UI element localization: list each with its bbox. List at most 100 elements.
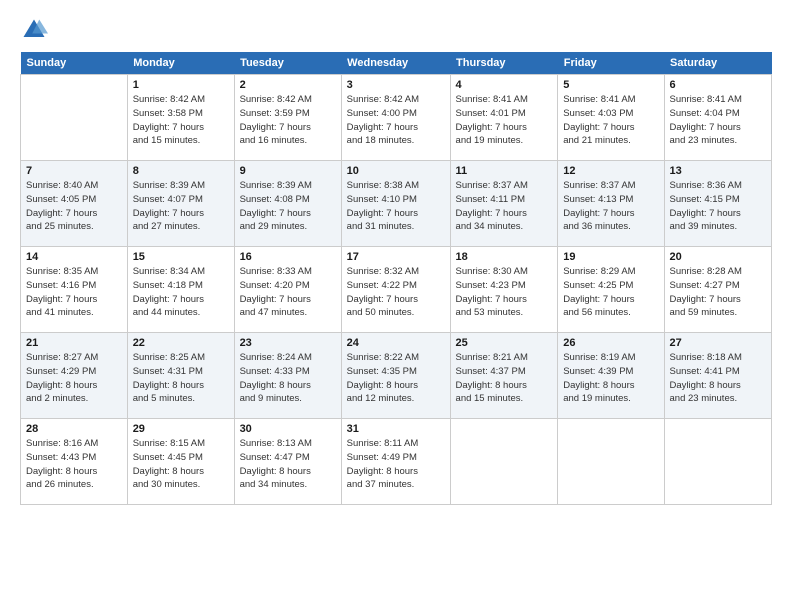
header [20,16,772,44]
day-number: 23 [240,337,336,349]
day-cell [450,419,558,505]
day-number: 4 [456,79,553,91]
day-detail: Sunrise: 8:19 AM Sunset: 4:39 PM Dayligh… [563,351,658,406]
day-cell: 10Sunrise: 8:38 AM Sunset: 4:10 PM Dayli… [341,161,450,247]
week-row-4: 21 Sunrise: 8:27 AM Sunset: 4:29 PM Dayli… [21,333,772,419]
day-detail: Sunrise: 8:24 AM Sunset: 4:33 PM Dayligh… [240,351,336,406]
day-detail: Sunrise: 8:16 AM Sunset: 4:43 PM Dayligh… [26,437,122,492]
day-number: 26 [563,337,658,349]
day-number: 16 [240,251,336,263]
day-number: 29 [133,423,229,435]
day-detail: Sunrise: 8:15 AM Sunset: 4:45 PM Dayligh… [133,437,229,492]
day-detail: Sunrise: 8:40 AM Sunset: 4:05 PM Dayligh… [26,179,122,234]
day-cell: 1 Sunrise: 8:42 AM Sunset: 3:58 PM Daylig… [127,75,234,161]
day-number: 14 [26,251,122,263]
day-detail: Sunrise: 8:37 AM Sunset: 4:13 PM Dayligh… [563,179,658,234]
day-detail: Sunrise: 8:28 AM Sunset: 4:27 PM Dayligh… [670,265,766,320]
day-cell: 26 Sunrise: 8:19 AM Sunset: 4:39 PM Dayli… [558,333,664,419]
day-number: 25 [456,337,553,349]
day-cell: 23 Sunrise: 8:24 AM Sunset: 4:33 PM Dayli… [234,333,341,419]
day-cell: 29 Sunrise: 8:15 AM Sunset: 4:45 PM Dayli… [127,419,234,505]
day-number: 5 [563,79,658,91]
day-cell [21,75,128,161]
day-number: 18 [456,251,553,263]
day-number: 15 [133,251,229,263]
day-cell: 2 Sunrise: 8:42 AM Sunset: 3:59 PM Daylig… [234,75,341,161]
day-detail: Sunrise: 8:21 AM Sunset: 4:37 PM Dayligh… [456,351,553,406]
day-number: 12 [563,165,658,177]
day-cell: 4 Sunrise: 8:41 AM Sunset: 4:01 PM Daylig… [450,75,558,161]
day-cell: 12 Sunrise: 8:37 AM Sunset: 4:13 PM Dayli… [558,161,664,247]
day-cell: 16 Sunrise: 8:33 AM Sunset: 4:20 PM Dayli… [234,247,341,333]
day-detail: Sunrise: 8:22 AM Sunset: 4:35 PM Dayligh… [347,351,445,406]
day-detail: Sunrise: 8:29 AM Sunset: 4:25 PM Dayligh… [563,265,658,320]
day-number: 21 [26,337,122,349]
day-cell: 30Sunrise: 8:13 AM Sunset: 4:47 PM Dayli… [234,419,341,505]
day-number: 9 [240,165,336,177]
day-detail: Sunrise: 8:11 AM Sunset: 4:49 PM Dayligh… [347,437,445,492]
day-number: 27 [670,337,766,349]
day-detail: Sunrise: 8:34 AM Sunset: 4:18 PM Dayligh… [133,265,229,320]
col-monday: Monday [127,52,234,75]
day-number: 20 [670,251,766,263]
day-number: 1 [133,79,229,91]
day-detail: Sunrise: 8:33 AM Sunset: 4:20 PM Dayligh… [240,265,336,320]
day-cell: 14 Sunrise: 8:35 AM Sunset: 4:16 PM Dayli… [21,247,128,333]
day-detail: Sunrise: 8:27 AM Sunset: 4:29 PM Dayligh… [26,351,122,406]
day-number: 13 [670,165,766,177]
day-number: 8 [133,165,229,177]
day-detail: Sunrise: 8:25 AM Sunset: 4:31 PM Dayligh… [133,351,229,406]
logo-icon [20,16,48,44]
day-cell: 27 Sunrise: 8:18 AM Sunset: 4:41 PM Dayli… [664,333,771,419]
day-cell: 13 Sunrise: 8:36 AM Sunset: 4:15 PM Dayli… [664,161,771,247]
col-wednesday: Wednesday [341,52,450,75]
day-number: 24 [347,337,445,349]
day-detail: Sunrise: 8:30 AM Sunset: 4:23 PM Dayligh… [456,265,553,320]
col-thursday: Thursday [450,52,558,75]
day-cell: 11 Sunrise: 8:37 AM Sunset: 4:11 PM Dayli… [450,161,558,247]
day-number: 31 [347,423,445,435]
page: Sunday Monday Tuesday Wednesday Thursday… [0,0,792,612]
day-cell: 24 Sunrise: 8:22 AM Sunset: 4:35 PM Dayli… [341,333,450,419]
day-number: 19 [563,251,658,263]
day-detail: Sunrise: 8:41 AM Sunset: 4:01 PM Dayligh… [456,93,553,148]
day-number: 28 [26,423,122,435]
day-number: 17 [347,251,445,263]
day-cell: 9 Sunrise: 8:39 AM Sunset: 4:08 PM Daylig… [234,161,341,247]
calendar-body: 1 Sunrise: 8:42 AM Sunset: 3:58 PM Daylig… [21,75,772,505]
day-number: 7 [26,165,122,177]
day-number: 22 [133,337,229,349]
day-detail: Sunrise: 8:37 AM Sunset: 4:11 PM Dayligh… [456,179,553,234]
day-detail: Sunrise: 8:41 AM Sunset: 4:04 PM Dayligh… [670,93,766,148]
day-detail: Sunrise: 8:13 AM Sunset: 4:47 PM Dayligh… [240,437,336,492]
day-cell: 6Sunrise: 8:41 AM Sunset: 4:04 PM Daylig… [664,75,771,161]
day-number: 3 [347,79,445,91]
week-row-2: 7 Sunrise: 8:40 AM Sunset: 4:05 PM Daylig… [21,161,772,247]
day-detail: Sunrise: 8:41 AM Sunset: 4:03 PM Dayligh… [563,93,658,148]
day-detail: Sunrise: 8:18 AM Sunset: 4:41 PM Dayligh… [670,351,766,406]
day-cell: 5 Sunrise: 8:41 AM Sunset: 4:03 PM Daylig… [558,75,664,161]
col-sunday: Sunday [21,52,128,75]
week-row-3: 14 Sunrise: 8:35 AM Sunset: 4:16 PM Dayli… [21,247,772,333]
day-cell: 21 Sunrise: 8:27 AM Sunset: 4:29 PM Dayli… [21,333,128,419]
day-detail: Sunrise: 8:35 AM Sunset: 4:16 PM Dayligh… [26,265,122,320]
day-cell: 22 Sunrise: 8:25 AM Sunset: 4:31 PM Dayli… [127,333,234,419]
calendar-table: Sunday Monday Tuesday Wednesday Thursday… [20,52,772,505]
day-detail: Sunrise: 8:39 AM Sunset: 4:08 PM Dayligh… [240,179,336,234]
day-cell: 28 Sunrise: 8:16 AM Sunset: 4:43 PM Dayli… [21,419,128,505]
day-detail: Sunrise: 8:42 AM Sunset: 3:58 PM Dayligh… [133,93,229,148]
col-friday: Friday [558,52,664,75]
day-cell: 18 Sunrise: 8:30 AM Sunset: 4:23 PM Dayli… [450,247,558,333]
week-row-5: 28 Sunrise: 8:16 AM Sunset: 4:43 PM Dayli… [21,419,772,505]
day-detail: Sunrise: 8:42 AM Sunset: 3:59 PM Dayligh… [240,93,336,148]
week-row-1: 1 Sunrise: 8:42 AM Sunset: 3:58 PM Daylig… [21,75,772,161]
day-detail: Sunrise: 8:42 AM Sunset: 4:00 PM Dayligh… [347,93,445,148]
day-cell: 7 Sunrise: 8:40 AM Sunset: 4:05 PM Daylig… [21,161,128,247]
day-cell [558,419,664,505]
day-detail: Sunrise: 8:36 AM Sunset: 4:15 PM Dayligh… [670,179,766,234]
day-cell: 31 Sunrise: 8:11 AM Sunset: 4:49 PM Dayli… [341,419,450,505]
day-number: 11 [456,165,553,177]
day-number: 2 [240,79,336,91]
day-cell: 15 Sunrise: 8:34 AM Sunset: 4:18 PM Dayli… [127,247,234,333]
day-detail: Sunrise: 8:32 AM Sunset: 4:22 PM Dayligh… [347,265,445,320]
